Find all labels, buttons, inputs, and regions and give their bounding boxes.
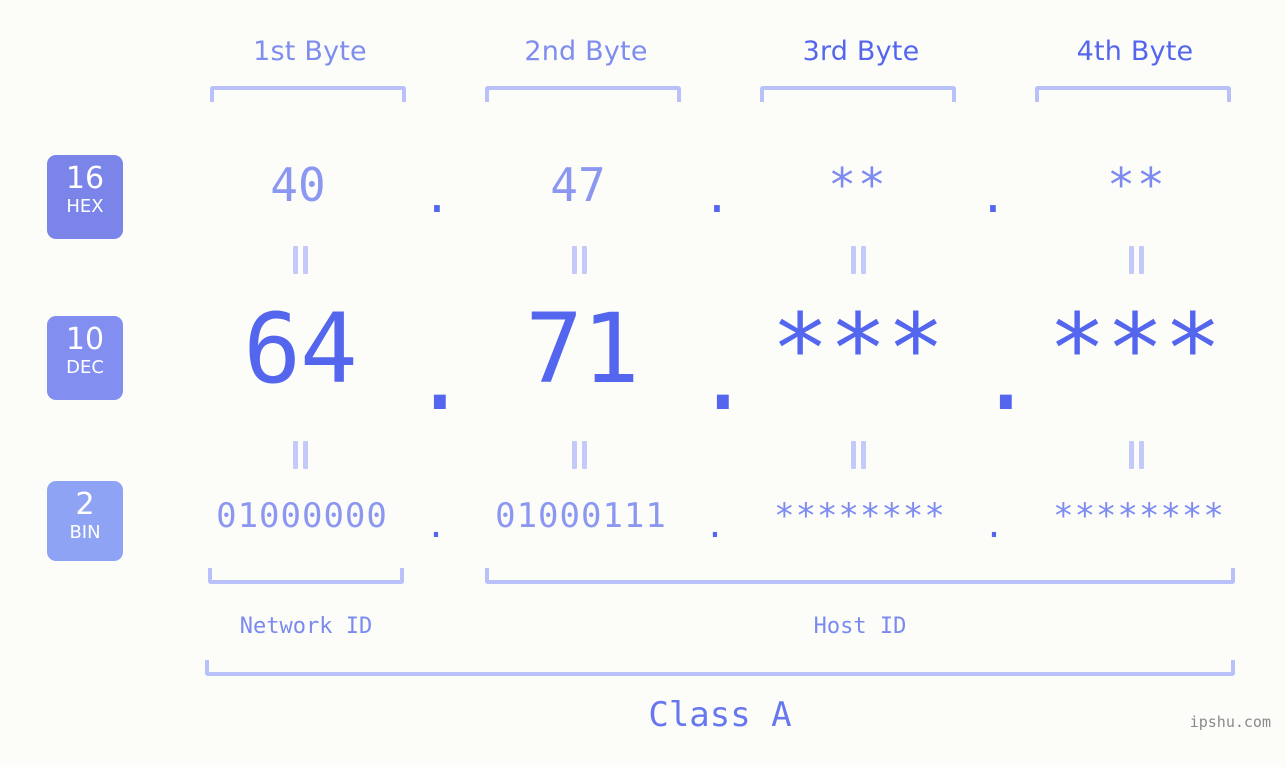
- bin-byte-4: ********: [1053, 496, 1225, 536]
- equals-mark-dec-bin-3: [850, 441, 868, 469]
- host-id-bracket: [485, 568, 1235, 584]
- equals-mark-hex-dec-1: [292, 246, 310, 274]
- hex-separator-2: .: [703, 169, 731, 223]
- equals-mark-hex-dec-2: [571, 246, 589, 274]
- dec-byte-2: 71: [525, 293, 640, 405]
- radix-badge-dec-number: 10: [65, 322, 105, 357]
- host-id-label: Host ID: [813, 614, 907, 639]
- radix-badge-bin: 2 BIN: [47, 481, 123, 561]
- ip-address-breakdown-diagram: 1st Byte 2nd Byte 3rd Byte 4th Byte 16 H…: [0, 0, 1285, 767]
- byte-header-4: 4th Byte: [1076, 36, 1194, 67]
- network-id-label: Network ID: [239, 614, 373, 639]
- equals-mark-dec-bin-4: [1128, 441, 1146, 469]
- equals-mark-dec-bin-2: [571, 441, 589, 469]
- hex-byte-4: **: [1107, 158, 1167, 212]
- dec-byte-1: 64: [243, 293, 358, 405]
- bin-byte-2: 01000111: [495, 496, 667, 536]
- radix-badge-hex: 16 HEX: [47, 155, 123, 239]
- bin-separator-1: .: [425, 506, 447, 546]
- bin-separator-2: .: [704, 506, 726, 546]
- hex-separator-1: .: [423, 169, 451, 223]
- equals-mark-hex-dec-3: [850, 246, 868, 274]
- network-id-bracket: [208, 568, 404, 584]
- byte-header-2: 2nd Byte: [524, 36, 648, 67]
- radix-badge-bin-number: 2: [75, 487, 95, 522]
- hex-separator-3: .: [979, 169, 1007, 223]
- watermark: ipshu.com: [1189, 713, 1271, 731]
- byte-header-3: 3rd Byte: [802, 36, 920, 67]
- bin-separator-3: .: [983, 506, 1005, 546]
- dec-separator-1: .: [411, 320, 469, 432]
- hex-byte-3: **: [828, 158, 888, 212]
- hex-byte-1: 40: [270, 158, 326, 212]
- radix-badge-dec: 10 DEC: [47, 316, 123, 400]
- equals-mark-dec-bin-1: [292, 441, 310, 469]
- class-bracket: [205, 660, 1235, 676]
- dec-byte-3: ***: [771, 293, 945, 405]
- byte-bracket-3: [760, 86, 956, 102]
- class-label: Class A: [648, 695, 792, 735]
- hex-byte-2: 47: [550, 158, 606, 212]
- radix-badge-hex-number: 16: [65, 161, 105, 196]
- radix-badge-dec-name: DEC: [66, 357, 104, 378]
- dec-byte-4: ***: [1048, 293, 1222, 405]
- radix-badge-bin-name: BIN: [69, 522, 101, 543]
- bin-byte-1: 01000000: [216, 496, 388, 536]
- byte-bracket-2: [485, 86, 681, 102]
- byte-header-1: 1st Byte: [253, 36, 367, 67]
- bin-byte-3: ********: [774, 496, 946, 536]
- radix-badge-hex-name: HEX: [66, 196, 104, 217]
- dec-separator-2: .: [694, 320, 752, 432]
- byte-bracket-4: [1035, 86, 1231, 102]
- byte-bracket-1: [210, 86, 406, 102]
- equals-mark-hex-dec-4: [1128, 246, 1146, 274]
